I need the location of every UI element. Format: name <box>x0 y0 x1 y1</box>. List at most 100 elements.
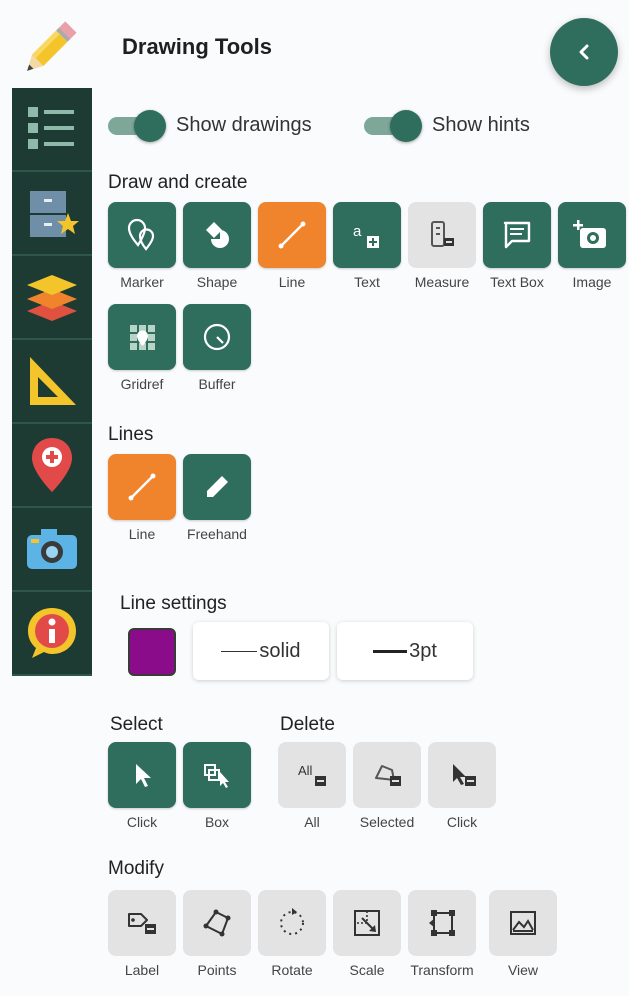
tool-freehand[interactable]: Freehand <box>182 454 252 542</box>
delete-click-icon <box>453 764 476 786</box>
line-icon <box>128 473 156 501</box>
tool-select-click[interactable]: Click <box>107 742 177 830</box>
section-modify: Modify <box>108 858 164 879</box>
tool-line-straight[interactable]: Line <box>107 454 177 542</box>
cursor-icon <box>136 764 151 787</box>
layers-icon[interactable] <box>12 256 92 340</box>
tool-label: Shape <box>196 274 238 290</box>
tool-label: Line <box>278 274 306 290</box>
section-delete: Delete <box>280 714 335 735</box>
section-lines: Lines <box>108 424 154 445</box>
delete-selected-icon <box>375 765 401 786</box>
tool-delete-selected[interactable]: Selected <box>352 742 422 830</box>
line-style-button[interactable]: solid <box>193 622 329 680</box>
info-icon[interactable] <box>12 592 92 676</box>
scale-icon <box>354 910 380 936</box>
tool-marker[interactable]: Marker <box>107 202 177 290</box>
tool-measure[interactable]: Measure <box>407 202 477 290</box>
camera-icon[interactable] <box>12 508 92 592</box>
tool-label: Transform <box>410 962 474 978</box>
tool-label: Buffer <box>198 376 236 392</box>
tool-select-box[interactable]: Box <box>182 742 252 830</box>
tool-label: Box <box>204 814 230 830</box>
line-width-sample <box>373 649 408 653</box>
tool-label: View <box>507 962 539 978</box>
toggle-label: Show drawings <box>176 113 312 136</box>
tool-label: Text <box>354 274 380 290</box>
shape-icon <box>206 222 229 248</box>
delete-all-icon: All <box>298 763 326 786</box>
toggle-switch[interactable] <box>364 108 422 142</box>
show-drawings-toggle[interactable]: Show drawings <box>108 108 312 142</box>
tool-label: Selected <box>359 814 415 830</box>
svg-text:All: All <box>298 763 313 778</box>
tool-buffer[interactable]: Buffer <box>182 304 252 392</box>
box-select-icon <box>204 764 229 788</box>
saved-drawer-icon[interactable] <box>12 172 92 256</box>
text-box-icon <box>503 221 531 249</box>
collapse-button[interactable] <box>550 18 618 86</box>
toggle-label: Show hints <box>432 113 530 136</box>
show-hints-toggle[interactable]: Show hints <box>364 108 530 142</box>
tool-label: Label <box>124 962 160 978</box>
tool-label: Gridref <box>120 376 164 392</box>
tool-label: Rotate <box>271 962 313 978</box>
line-icon <box>278 221 306 249</box>
tool-label: Scale <box>349 962 385 978</box>
tool-label: Marker <box>120 274 164 290</box>
tool-label: All <box>304 814 320 830</box>
points-icon <box>203 909 231 937</box>
tool-label: Image <box>572 274 612 290</box>
sidebar <box>0 0 96 996</box>
rotate-icon <box>280 908 304 935</box>
tool-modify-rotate[interactable]: Rotate <box>257 890 327 978</box>
chevron-left-icon <box>579 44 589 60</box>
tool-text-box[interactable]: Text Box <box>482 202 552 290</box>
location-pin-icon[interactable] <box>12 424 92 508</box>
section-draw-and-create: Draw and create <box>108 172 248 193</box>
section-select: Select <box>110 714 163 735</box>
tool-label: Text Box <box>490 274 544 290</box>
marker-icon <box>127 218 155 251</box>
line-style-label: solid <box>259 639 301 662</box>
tool-delete-click[interactable]: Click <box>427 742 497 830</box>
label-tag-icon <box>128 913 156 934</box>
tool-image[interactable]: Image <box>557 202 627 290</box>
set-square-icon[interactable] <box>12 340 92 424</box>
view-image-icon <box>510 911 536 935</box>
drawing-tools-panel: Drawing Tools Show drawings Show hints D… <box>96 0 629 996</box>
tool-label: Points <box>197 962 237 978</box>
tool-modify-label[interactable]: Label <box>107 890 177 978</box>
page-title: Drawing Tools <box>122 34 272 59</box>
tool-label: Line <box>128 526 156 542</box>
tool-label: Measure <box>414 274 470 290</box>
pencil-icon <box>207 476 228 497</box>
toggle-switch[interactable] <box>108 108 166 142</box>
tool-modify-transform[interactable]: Transform <box>407 890 477 978</box>
section-line-settings: Line settings <box>120 593 227 614</box>
tool-line[interactable]: Line <box>257 202 327 290</box>
pencil-logo-icon <box>14 14 84 84</box>
tool-label: Click <box>446 814 478 830</box>
line-style-sample <box>221 650 258 652</box>
gridref-icon <box>130 325 155 350</box>
transform-icon <box>429 910 455 936</box>
svg-text:a: a <box>353 223 362 240</box>
line-width-label: 3pt <box>409 639 437 662</box>
tool-label: Click <box>126 814 158 830</box>
line-color-swatch[interactable] <box>128 628 176 676</box>
buffer-icon <box>203 323 231 351</box>
tool-modify-view[interactable]: View <box>488 890 558 978</box>
tool-gridref[interactable]: Gridref <box>107 304 177 392</box>
image-icon <box>573 220 606 248</box>
tool-delete-all[interactable]: All All <box>277 742 347 830</box>
tool-text[interactable]: a Text <box>332 202 402 290</box>
measure-icon <box>431 221 454 247</box>
tool-label: Freehand <box>187 526 247 542</box>
legend-list-icon[interactable] <box>12 88 92 172</box>
tool-modify-scale[interactable]: Scale <box>332 890 402 978</box>
tool-shape[interactable]: Shape <box>182 202 252 290</box>
line-width-button[interactable]: 3pt <box>337 622 473 680</box>
text-icon: a <box>353 223 379 248</box>
tool-modify-points[interactable]: Points <box>182 890 252 978</box>
